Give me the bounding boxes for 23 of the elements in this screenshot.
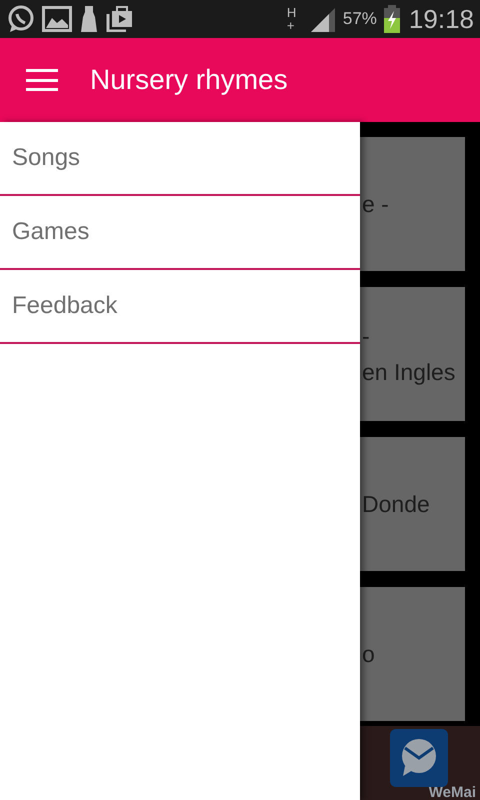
ad-brand-text: WeMai (428, 785, 476, 800)
song-card[interactable]: o (360, 587, 465, 721)
drawer-item[interactable]: Songs (0, 122, 360, 196)
bag-icon (106, 6, 134, 32)
song-card[interactable]: Donde (360, 437, 465, 571)
network-type: H+ (286, 6, 298, 32)
clock: 19:18 (408, 2, 474, 36)
card-title: e - (361, 190, 390, 219)
battery-percent: 57% (342, 8, 377, 30)
drawer-item[interactable]: Feedback (0, 270, 360, 344)
song-card[interactable]: e - (360, 137, 465, 271)
card-title: en Ingles (361, 358, 456, 387)
card-title: - (361, 322, 371, 351)
dress-icon (78, 5, 100, 33)
battery-charging-icon (382, 5, 401, 33)
song-card[interactable]: - en Ingles (360, 287, 465, 421)
chat-icon (6, 5, 36, 33)
app-title: Nursery rhymes (90, 63, 288, 97)
card-title: Donde (361, 490, 431, 519)
menu-icon[interactable] (26, 69, 58, 91)
card-title: o (361, 640, 376, 669)
image-icon (42, 6, 72, 32)
drawer-item[interactable]: Games (0, 196, 360, 270)
